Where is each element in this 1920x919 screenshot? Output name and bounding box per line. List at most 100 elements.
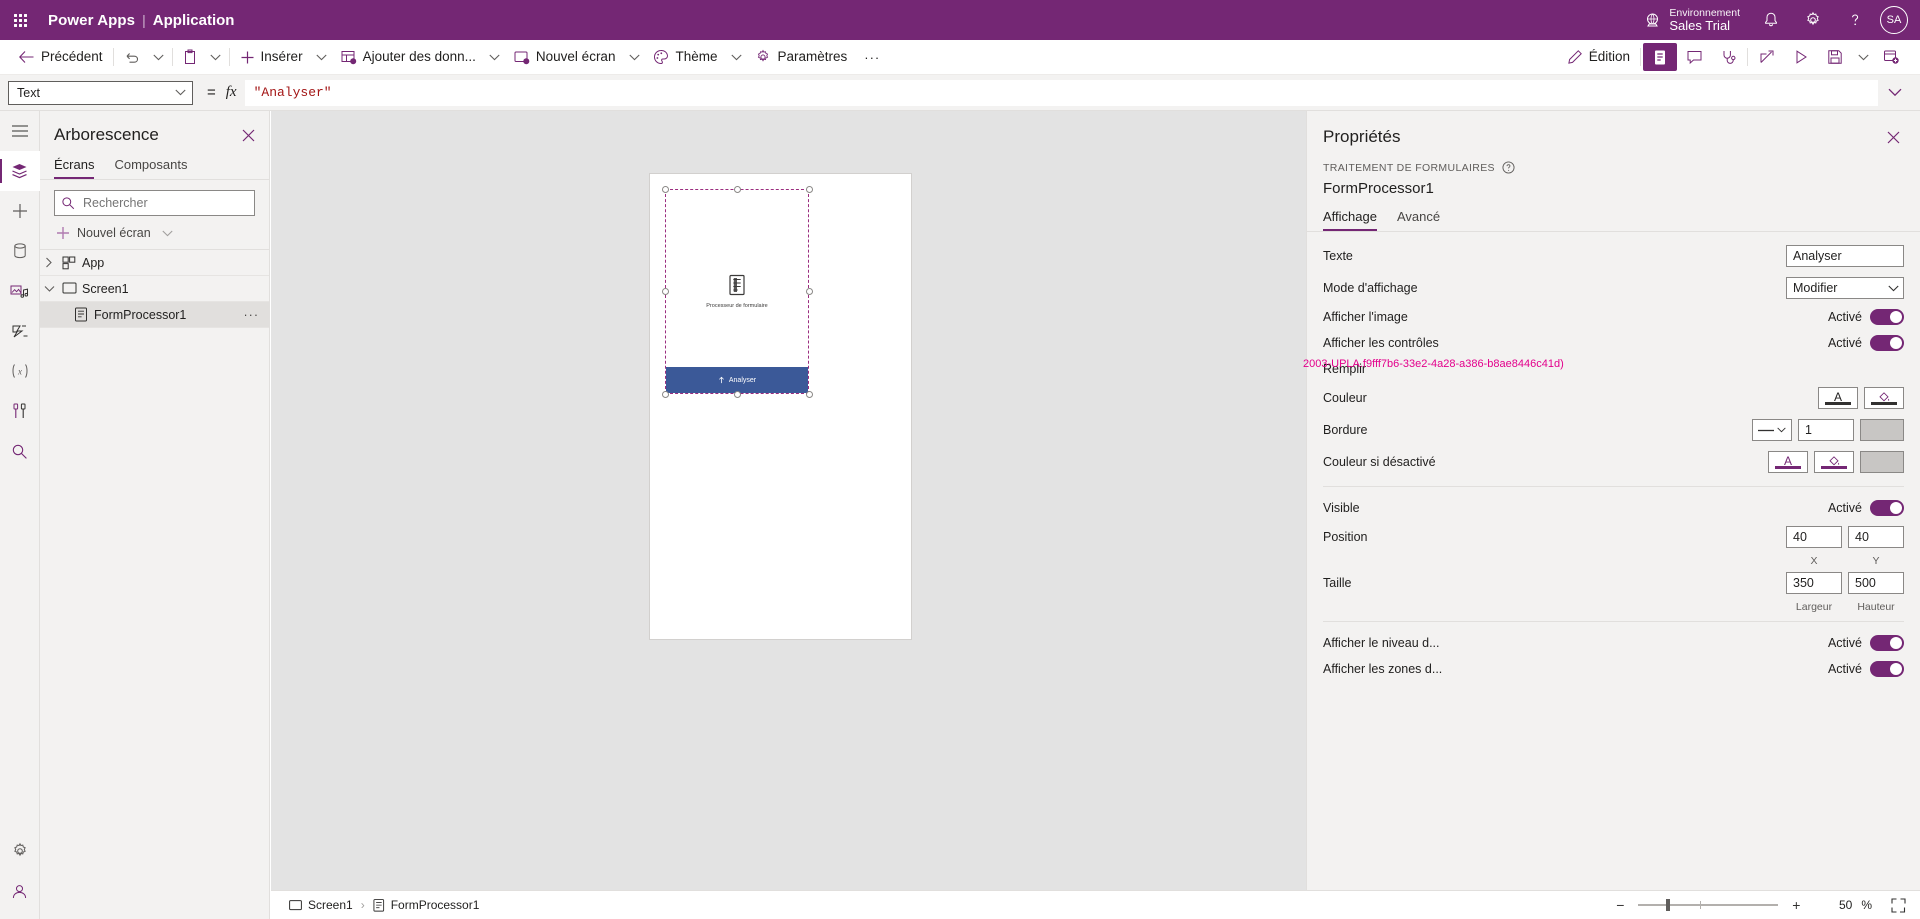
chevron-right-icon[interactable]: [40, 257, 58, 268]
rail-variables-button[interactable]: x: [0, 351, 40, 391]
property-selector[interactable]: Text: [8, 81, 193, 105]
new-screen-chevron[interactable]: [623, 43, 645, 71]
tree-close-button[interactable]: [238, 127, 259, 144]
notifications-button[interactable]: [1750, 0, 1792, 40]
couleur-desactive-fill-button[interactable]: [1814, 451, 1854, 473]
rail-search-button[interactable]: [0, 431, 40, 471]
properties-close-button[interactable]: [1883, 129, 1904, 146]
couleur-desactive-swatch[interactable]: [1860, 451, 1904, 473]
tree-search-input[interactable]: [81, 195, 248, 211]
taille-hauteur-input[interactable]: 500: [1848, 572, 1904, 594]
resize-handle-w[interactable]: [662, 288, 669, 295]
canvas-area[interactable]: Processeur de formulaire Analyser: [271, 111, 1306, 919]
bordure-width-input[interactable]: 1: [1798, 419, 1854, 441]
user-avatar[interactable]: SA: [1880, 6, 1908, 34]
couleur-text-button[interactable]: A: [1818, 387, 1858, 409]
tree-item-screen1[interactable]: Screen1: [40, 276, 269, 302]
settings-button[interactable]: [1792, 0, 1834, 40]
afficher-controles-toggle[interactable]: [1870, 335, 1904, 351]
fit-screen-button[interactable]: [1891, 898, 1906, 913]
formula-expand-button[interactable]: [1878, 80, 1912, 106]
zoom-slider[interactable]: [1638, 904, 1778, 906]
afficher-image-toggle[interactable]: [1870, 309, 1904, 325]
resize-handle-se[interactable]: [806, 391, 813, 398]
breadcrumb-formprocessor1[interactable]: FormProcessor1: [369, 896, 484, 914]
tab-avance[interactable]: Avancé: [1397, 205, 1440, 231]
undo-button[interactable]: [116, 43, 148, 71]
rail-tree-view-button[interactable]: [0, 151, 40, 191]
theme-chevron[interactable]: [725, 43, 747, 71]
edition-mode-button[interactable]: Édition: [1559, 43, 1638, 71]
undo-chevron[interactable]: [148, 43, 170, 71]
help-button[interactable]: [1834, 0, 1876, 40]
share-button[interactable]: [1750, 43, 1784, 71]
rail-power-automate-button[interactable]: [0, 311, 40, 351]
theme-button[interactable]: Thème: [645, 43, 725, 71]
bordure-color-swatch[interactable]: [1860, 419, 1904, 441]
position-y-label: Y: [1848, 555, 1904, 567]
zoom-out-button[interactable]: −: [1611, 897, 1629, 913]
chevron-down-icon[interactable]: [40, 285, 58, 293]
resize-handle-ne[interactable]: [806, 186, 813, 193]
texte-input[interactable]: Analyser: [1786, 245, 1904, 267]
position-x-input[interactable]: 40: [1786, 526, 1842, 548]
save-button[interactable]: [1818, 43, 1852, 71]
tab-affichage[interactable]: Affichage: [1323, 205, 1377, 231]
zones-toggle[interactable]: [1870, 661, 1904, 677]
back-button[interactable]: Précédent: [10, 43, 111, 71]
bordure-style-select[interactable]: [1752, 419, 1792, 441]
preview-button[interactable]: [1784, 43, 1818, 71]
rail-hamburger-button[interactable]: [0, 111, 40, 151]
tree-search-box[interactable]: [54, 190, 255, 216]
publish-button[interactable]: [1874, 43, 1908, 71]
mode-affichage-select[interactable]: Modifier: [1786, 277, 1904, 299]
rail-settings-button[interactable]: [0, 831, 40, 871]
breadcrumb-screen1[interactable]: Screen1: [285, 896, 357, 914]
settings-command-button[interactable]: Paramètres: [747, 43, 855, 71]
new-screen-button[interactable]: Nouvel écran: [506, 43, 624, 71]
rail-insert-button[interactable]: [0, 191, 40, 231]
brand[interactable]: Power Apps | Application: [48, 12, 234, 29]
afficher-image-label: Afficher l'image: [1323, 310, 1828, 324]
taille-largeur-input[interactable]: 350: [1786, 572, 1842, 594]
insert-chevron[interactable]: [311, 43, 333, 71]
tree-item-formprocessor1[interactable]: FormProcessor1 ···: [40, 302, 269, 328]
paste-button[interactable]: [175, 43, 205, 71]
rail-data-button[interactable]: [0, 231, 40, 271]
resize-handle-s[interactable]: [734, 391, 741, 398]
new-screen-tree-button[interactable]: Nouvel écran: [40, 222, 269, 250]
environment-switcher[interactable]: Environnement Sales Trial: [1634, 7, 1750, 34]
position-y-input[interactable]: 40: [1848, 526, 1904, 548]
app-checker-button[interactable]: [1643, 43, 1677, 71]
question-circle-icon[interactable]: [1502, 161, 1515, 174]
app-screen-canvas[interactable]: Processeur de formulaire Analyser: [650, 174, 911, 639]
tab-composants[interactable]: Composants: [114, 153, 187, 179]
tree-item-context-menu-button[interactable]: ···: [240, 308, 264, 322]
visible-toggle[interactable]: [1870, 500, 1904, 516]
rail-account-button[interactable]: [0, 871, 40, 911]
add-data-button[interactable]: Ajouter des donn...: [333, 43, 484, 71]
analyser-button[interactable]: Analyser: [666, 367, 808, 393]
resize-handle-n[interactable]: [734, 186, 741, 193]
app-launcher-button[interactable]: [0, 0, 40, 40]
comments-button[interactable]: [1677, 43, 1711, 71]
form-processor-control[interactable]: Processeur de formulaire Analyser: [665, 189, 809, 394]
tab-ecrans[interactable]: Écrans: [54, 153, 94, 179]
formula-input[interactable]: "Analyser": [245, 80, 1878, 106]
more-commands-button[interactable]: ···: [855, 43, 889, 71]
niveau-toggle[interactable]: [1870, 635, 1904, 651]
zoom-in-button[interactable]: +: [1787, 897, 1805, 913]
tree-item-app[interactable]: App: [40, 250, 269, 276]
rail-media-button[interactable]: [0, 271, 40, 311]
add-data-chevron[interactable]: [484, 43, 506, 71]
insert-button[interactable]: Insérer: [232, 43, 311, 71]
couleur-fill-button[interactable]: [1864, 387, 1904, 409]
resize-handle-e[interactable]: [806, 288, 813, 295]
checker-button[interactable]: [1711, 43, 1745, 71]
paste-chevron[interactable]: [205, 43, 227, 71]
resize-handle-nw[interactable]: [662, 186, 669, 193]
rail-tools-button[interactable]: [0, 391, 40, 431]
save-options-chevron[interactable]: [1852, 43, 1874, 71]
resize-handle-sw[interactable]: [662, 391, 669, 398]
couleur-desactive-text-button[interactable]: A: [1768, 451, 1808, 473]
